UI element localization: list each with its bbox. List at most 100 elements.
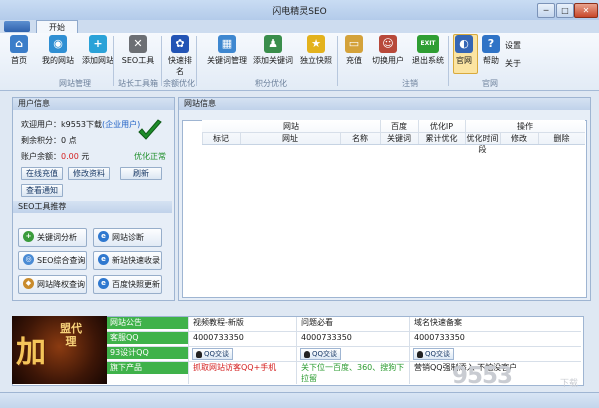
- qq-chat-label: QQ交谈: [312, 350, 338, 358]
- ribbon-button-label: 关键词管理: [207, 56, 247, 65]
- welcome-label: 欢迎用户：: [21, 120, 61, 129]
- site-grid[interactable]: [182, 120, 587, 298]
- ie-icon: e: [98, 278, 109, 289]
- grid-divider: [418, 120, 419, 132]
- status-text: 优化正常: [134, 152, 166, 161]
- refresh-button[interactable]: 刷新: [120, 167, 162, 180]
- balance-value: 0.00: [61, 152, 79, 161]
- ad-text-main: 加: [16, 335, 46, 370]
- qq-penguin-icon: [417, 350, 423, 358]
- ribbon-button[interactable]: + 添加网站: [80, 35, 116, 69]
- grid-column-header: 优化时间段: [466, 134, 499, 154]
- tab-start[interactable]: 开始: [36, 20, 78, 34]
- ribbon-button[interactable]: ✕ SEO工具: [118, 35, 158, 69]
- ribbon-button-label: 官网: [456, 56, 472, 65]
- ie-icon: e: [98, 254, 109, 265]
- view-notice-button[interactable]: 查看通知: [21, 184, 63, 197]
- bottom-category: 网站公告: [107, 317, 189, 329]
- qq-chat-button[interactable]: QQ交谈: [300, 348, 342, 360]
- bottom-divider: [409, 317, 410, 384]
- balance-label: 账户余额：: [21, 152, 61, 161]
- qq-penguin-icon: [304, 350, 310, 358]
- window-title: 闪电精灵SEO: [272, 7, 327, 17]
- ribbon-button[interactable]: ◉ 我的网站: [38, 35, 78, 69]
- ribbon-button[interactable]: ▭ 充值: [340, 35, 368, 69]
- seo-tool-button[interactable]: ◎ SEO综合查询: [18, 251, 87, 270]
- ribbon-button-label: 首页: [11, 56, 27, 65]
- username: k9553下载: [61, 120, 102, 129]
- settings-button[interactable]: 设置: [505, 40, 521, 51]
- ribbon-button[interactable]: ✿ 快速排名: [166, 35, 194, 76]
- ribbon-button[interactable]: ☺ 切换用户: [370, 35, 406, 69]
- tab-strip: [0, 20, 599, 33]
- recharge-online-button[interactable]: 在线充值: [21, 167, 63, 180]
- ribbon-button[interactable]: ▦ 关键词管理: [205, 35, 249, 69]
- grid-column-header: 关键词: [387, 134, 411, 143]
- bottom-divider: [188, 317, 189, 384]
- ribbon-button[interactable]: ◐ 官网: [451, 35, 477, 69]
- ribbon-button[interactable]: ⌂ 首页: [2, 35, 36, 69]
- close-button[interactable]: ✕: [574, 3, 598, 18]
- official-site-icon: ◐: [455, 35, 473, 53]
- ribbon-group-label: 注销: [402, 79, 418, 88]
- bottom-link[interactable]: 视频教程-新版: [190, 317, 297, 329]
- grid-divider: [380, 132, 381, 144]
- exit-icon: EXIT: [417, 35, 439, 53]
- bottom-category: 旗下产品: [107, 362, 189, 374]
- network-icon: ▦: [218, 35, 236, 53]
- product-link[interactable]: 抓取网站访客QQ+手机: [190, 362, 297, 384]
- qq-number: 4000733350: [301, 333, 352, 342]
- qq-chat-button[interactable]: QQ交谈: [413, 348, 455, 360]
- grid-divider: [500, 132, 501, 144]
- points-value: 0 点: [61, 136, 77, 145]
- edit-profile-button[interactable]: 修改资料: [68, 167, 110, 180]
- ribbon-group-label: 站长工具箱: [118, 79, 158, 88]
- qq-penguin-icon: [196, 350, 202, 358]
- home-icon: ⌂: [10, 35, 28, 53]
- seo-tool-button[interactable]: ◆ 网站降权查询: [18, 275, 87, 294]
- grid-divider: [240, 132, 241, 144]
- ribbon-button[interactable]: ★ 独立快照: [298, 35, 334, 69]
- grid-divider: [202, 132, 203, 144]
- site-info-title: 网站信息: [179, 98, 590, 110]
- ribbon-button-label: SEO工具: [121, 56, 155, 65]
- ribbon-group-label: 余额优化: [163, 79, 195, 88]
- globe-add-icon: +: [89, 35, 107, 53]
- seo-tool-label: 百度快照更新: [112, 280, 160, 289]
- ribbon-button[interactable]: ♟ 添加关键词: [251, 35, 295, 69]
- seo-tool-button[interactable]: e 新站快速收录: [93, 251, 162, 270]
- welcome-line: 欢迎用户：k9553下载(企业用户): [21, 119, 140, 130]
- seo-tool-button[interactable]: e 百度快照更新: [93, 275, 162, 294]
- app-menu-button[interactable]: [4, 21, 30, 32]
- ribbon-button[interactable]: ? 帮助: [478, 35, 504, 69]
- qq-chat-button[interactable]: QQ交谈: [192, 348, 234, 360]
- product-link[interactable]: 关下位一百度、360、搜狗下拉留: [298, 362, 410, 384]
- grid-divider: [465, 132, 466, 144]
- keyword-analysis-icon: +: [23, 231, 34, 242]
- globe-icon: ◉: [49, 35, 67, 53]
- grid-divider: [538, 132, 539, 144]
- seo-tool-button[interactable]: + 关键词分析: [18, 228, 87, 247]
- ribbon-separator: [337, 36, 338, 86]
- ribbon-button-label: 充值: [346, 56, 362, 65]
- bottom-divider: [107, 361, 581, 362]
- minimize-button[interactable]: ─: [537, 3, 555, 18]
- ribbon-separator: [448, 36, 449, 86]
- ribbon-group-label: 网站管理: [59, 79, 91, 88]
- tools-icon: ✕: [129, 35, 147, 53]
- seo-tool-label: 新站快速收录: [112, 256, 160, 265]
- ribbon-button-label: 我的网站: [42, 56, 74, 65]
- bottom-divider: [296, 317, 297, 384]
- grid-column-header: 累计优化: [425, 134, 458, 143]
- balance-unit: 元: [81, 152, 90, 161]
- bottom-link[interactable]: 域名快速备案: [411, 317, 580, 329]
- maximize-button[interactable]: □: [556, 3, 574, 18]
- about-button[interactable]: 关于: [505, 58, 521, 69]
- qq-chat-label: QQ交谈: [204, 350, 230, 358]
- ribbon-button-label: 切换用户: [372, 56, 404, 65]
- points-label: 剩余积分：: [21, 136, 61, 145]
- ribbon-button-label: 退出系统: [412, 56, 444, 65]
- ribbon-button[interactable]: EXIT 退出系统: [410, 35, 446, 69]
- bottom-link[interactable]: 问题必看: [298, 317, 410, 329]
- seo-tool-button[interactable]: e 网站诊断: [93, 228, 162, 247]
